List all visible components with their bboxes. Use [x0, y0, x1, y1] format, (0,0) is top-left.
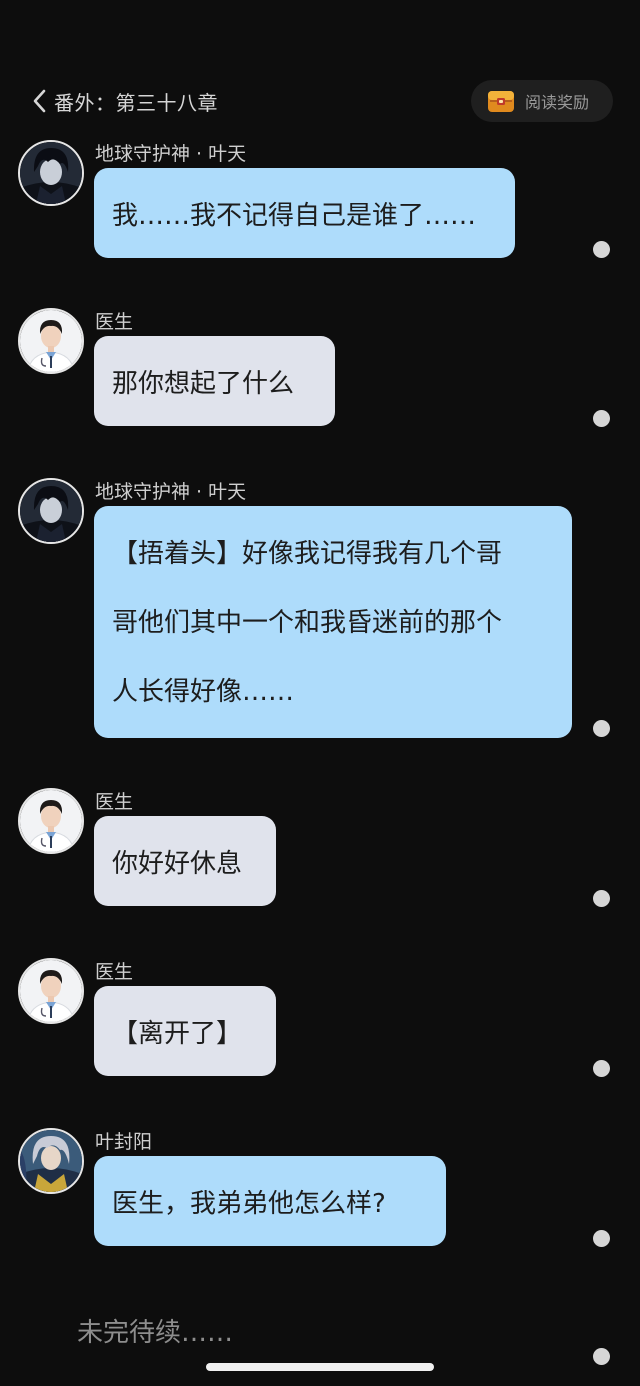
message-dot[interactable]: [593, 1230, 610, 1247]
message-bubble[interactable]: 那你想起了什么: [94, 336, 335, 426]
avatar[interactable]: [18, 478, 84, 544]
avatar[interactable]: [18, 308, 84, 374]
message-dot[interactable]: [593, 241, 610, 258]
sender-name: 地球守护神 · 叶天: [95, 143, 247, 165]
reward-label: 阅读奖励: [525, 93, 590, 112]
message-bubble[interactable]: 我……我不记得自己是谁了……: [94, 168, 515, 258]
to-be-continued-text: 未完待续……: [77, 1318, 234, 1348]
avatar[interactable]: [18, 788, 84, 854]
message-bubble[interactable]: 【离开了】: [94, 986, 276, 1076]
sender-name: 叶封阳: [95, 1131, 153, 1153]
treasure-chest-icon: [487, 88, 515, 114]
avatar[interactable]: [18, 140, 84, 206]
message-dot[interactable]: [593, 1348, 610, 1365]
reading-reward-button[interactable]: 阅读奖励: [471, 80, 613, 122]
message-bubble[interactable]: 【捂着头】好像我记得我有几个哥 哥他们其中一个和我昏迷前的那个 人长得好像……: [94, 506, 572, 738]
message-dot[interactable]: [593, 410, 610, 427]
message-text: 你好好休息: [112, 848, 243, 879]
message-text: 我……我不记得自己是谁了……: [112, 200, 477, 231]
message-text: 【离开了】: [112, 1018, 243, 1049]
message-dot[interactable]: [593, 720, 610, 737]
sender-name: 医生: [95, 961, 134, 983]
avatar[interactable]: [18, 958, 84, 1024]
sender-name: 医生: [95, 791, 134, 813]
chevron-left-icon: [32, 89, 46, 113]
message-text-line: 哥他们其中一个和我昏迷前的那个: [112, 608, 503, 638]
message-text: 医生，我弟弟他怎么样?: [112, 1188, 386, 1219]
message-bubble[interactable]: 你好好休息: [94, 816, 276, 906]
message-text-line: 【捂着头】好像我记得我有几个哥: [112, 539, 503, 569]
message-dot[interactable]: [593, 1060, 610, 1077]
message-text: 那你想起了什么: [112, 368, 295, 399]
back-button[interactable]: 番外：第三十八章: [32, 86, 218, 116]
avatar[interactable]: [18, 1128, 84, 1194]
sender-name: 医生: [95, 311, 134, 333]
message-dot[interactable]: [593, 890, 610, 907]
message-text-line: 人长得好像……: [112, 677, 295, 707]
home-indicator[interactable]: [206, 1363, 434, 1371]
message-bubble[interactable]: 医生，我弟弟他怎么样?: [94, 1156, 446, 1246]
sender-name: 地球守护神 · 叶天: [95, 481, 247, 503]
chapter-title: 番外：第三十八章: [54, 90, 218, 115]
top-bar: 番外：第三十八章 阅读奖励: [0, 78, 640, 124]
